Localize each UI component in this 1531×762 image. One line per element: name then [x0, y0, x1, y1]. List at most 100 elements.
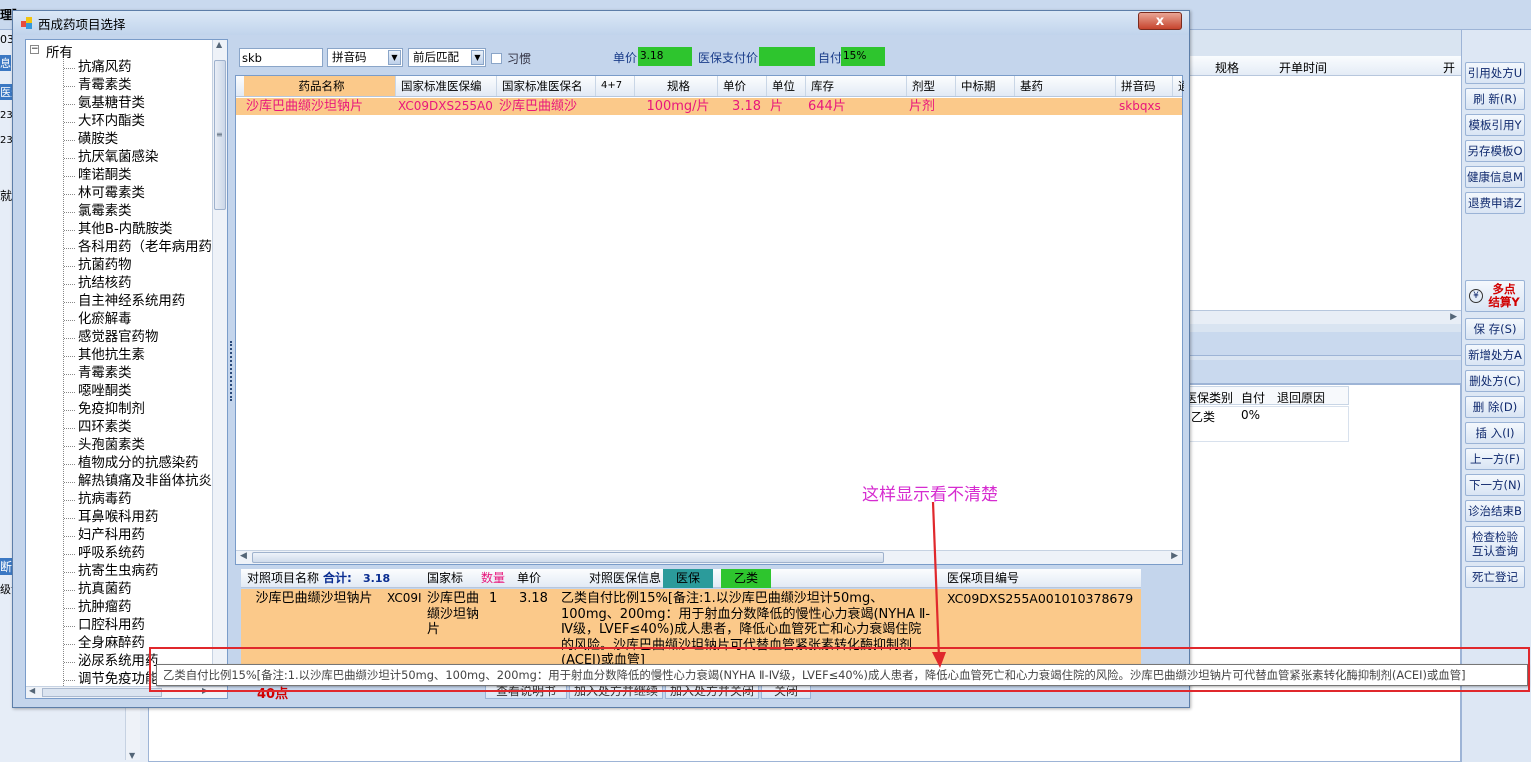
tree-scrollbar[interactable]: ▲ ≡: [212, 40, 227, 688]
next-prescription-button[interactable]: 下一方(N): [1465, 474, 1525, 496]
drug-grid-hscroll-thumb[interactable]: [252, 552, 884, 563]
category-tree: − 所有 抗痛风药 青霉素类 氨基糖苷类 大环内酯类 磺胺类 抗厌氧菌感染 喹诺酮类 林可霉素…: [25, 39, 228, 699]
tree-item[interactable]: 自主神经系统用药: [63, 293, 185, 311]
tree-root[interactable]: 所有: [46, 41, 73, 61]
cell-national-code: XC09DXS255A0: [398, 99, 493, 113]
drug-grid-hscroll[interactable]: ◀ ▶: [236, 550, 1182, 564]
tree-item[interactable]: 林可霉素类: [64, 185, 145, 203]
tree-item[interactable]: 其他抗生素: [64, 347, 145, 365]
bg-mid-strip: [1185, 332, 1461, 356]
col-stock[interactable]: 库存: [807, 76, 907, 96]
add-prescription-button[interactable]: 新增处方A: [1465, 344, 1525, 366]
col-national-code[interactable]: 国家标准医保编: [397, 76, 497, 96]
tree-item[interactable]: 噁唑酮类: [64, 383, 132, 401]
tree-item[interactable]: 四环素类: [64, 419, 132, 437]
tree-item[interactable]: 其他B-内酰胺类: [63, 221, 172, 239]
col-pinyin[interactable]: 拼音码: [1117, 76, 1173, 96]
save-button[interactable]: 保 存(S): [1465, 318, 1525, 340]
exam-mutual-recognition-button[interactable]: 检查检验互认查询: [1465, 526, 1525, 562]
bg-header-time: 开单时间: [1279, 61, 1328, 75]
col-extra[interactable]: 通: [1174, 76, 1184, 96]
tree-hscroll-thumb[interactable]: [42, 688, 162, 697]
tree-item[interactable]: 口腔科用药: [64, 617, 145, 635]
insert-button[interactable]: 插 入(I): [1465, 422, 1525, 444]
prev-prescription-button[interactable]: 上一方(F): [1465, 448, 1525, 470]
refresh-button[interactable]: 刷 新(R): [1465, 88, 1525, 110]
tree-item[interactable]: 抗痛风药: [64, 59, 132, 77]
match-mode-select[interactable]: 前后匹配 ▼: [408, 48, 486, 67]
chevron-down-icon[interactable]: ▼: [388, 50, 401, 65]
tree-item[interactable]: 氯霉素类: [64, 203, 132, 221]
col-essential[interactable]: 基药: [1016, 76, 1116, 96]
sub-cell-type: 乙类: [1191, 410, 1216, 424]
tree-item[interactable]: 抗寄生虫病药: [63, 563, 158, 581]
multipoint-settle-button[interactable]: ¥ 多点结算Y: [1465, 280, 1525, 312]
sel-cell-insurance-code: XC09DXS255A001010378679: [947, 591, 1134, 606]
col-price[interactable]: 单价: [719, 76, 767, 96]
tree-item[interactable]: 解热镇痛及非甾体抗炎: [64, 473, 212, 491]
hdr-national: 国家标: [427, 571, 464, 585]
health-info-button[interactable]: 健康信息M: [1465, 166, 1525, 188]
tree-item[interactable]: 青霉素类: [64, 77, 132, 95]
tree-collapse-icon[interactable]: −: [30, 45, 39, 54]
tree-item[interactable]: 抗结核药: [64, 275, 132, 293]
col-drug-name[interactable]: 药品名称: [244, 76, 396, 96]
insurance-price-value[interactable]: [759, 47, 815, 66]
tree-item[interactable]: 妇产科用药: [64, 527, 145, 545]
dialog-titlebar[interactable]: 西成药项目选择 x: [13, 11, 1189, 35]
col-spec[interactable]: 规格: [636, 76, 718, 96]
tree-item[interactable]: 喹诺酮类: [64, 167, 132, 185]
settle-icon: ¥: [1469, 289, 1483, 303]
delete-button[interactable]: 删 除(D): [1465, 396, 1525, 418]
tree-item[interactable]: 抗菌药物: [64, 257, 132, 275]
price-value[interactable]: 3.18: [638, 47, 692, 66]
col-national-name[interactable]: 国家标准医保名: [498, 76, 596, 96]
bg-scrollbar-h[interactable]: ▶: [1185, 310, 1461, 324]
splitter-handle[interactable]: [230, 341, 234, 401]
tree-item[interactable]: 化瘀解毒: [64, 311, 132, 329]
col-form[interactable]: 剂型: [908, 76, 956, 96]
tree-item[interactable]: 呼吸系统药: [64, 545, 145, 563]
death-register-button[interactable]: 死亡登记: [1465, 566, 1525, 588]
hdr-price: 单价: [517, 571, 542, 585]
tree-item[interactable]: 感觉器官药物: [63, 329, 158, 347]
selfpay-value[interactable]: 15%: [841, 47, 885, 66]
tree-item[interactable]: 抗真菌药: [64, 581, 132, 599]
quote-prescription-button[interactable]: 引用处方U: [1465, 62, 1525, 84]
match-mode-value: 前后匹配: [413, 50, 459, 64]
tree-item[interactable]: 氨基糖苷类: [64, 95, 145, 113]
tree-item[interactable]: 大环内酯类: [64, 113, 145, 131]
search-type-select[interactable]: 拼音码 ▼: [327, 48, 403, 67]
drug-grid: 药品名称 国家标准医保编 国家标准医保名 4+7 规格 单价 单位 库存 剂型 …: [235, 75, 1184, 565]
delete-prescription-button[interactable]: 删处方(C): [1465, 370, 1525, 392]
close-button[interactable]: x: [1138, 12, 1182, 30]
tree-item[interactable]: 各科用药（老年病用药: [64, 239, 212, 257]
scroll-up-icon[interactable]: ▲: [216, 40, 222, 49]
finish-visit-button[interactable]: 诊治结束B: [1465, 500, 1525, 522]
chevron-down-icon[interactable]: ▼: [471, 50, 484, 65]
scroll-right-icon[interactable]: ▶: [1171, 551, 1178, 561]
tree-item[interactable]: 磺胺类: [63, 131, 118, 149]
save-template-button[interactable]: 另存模板O: [1465, 140, 1525, 162]
tree-item[interactable]: 青霉素类: [64, 365, 132, 383]
tree-item[interactable]: 抗病毒药: [64, 491, 132, 509]
refund-request-button[interactable]: 退费申请Z: [1465, 192, 1525, 214]
tree-item[interactable]: 免疫抑制剂: [64, 401, 145, 419]
scroll-left-icon[interactable]: ◀: [29, 686, 35, 695]
tree-item[interactable]: 抗肿瘤药: [64, 599, 132, 617]
template-quote-button[interactable]: 模板引用Y: [1465, 114, 1525, 136]
col-unit[interactable]: 单位: [768, 76, 806, 96]
habit-checkbox[interactable]: [491, 53, 502, 64]
bg-mid-strip-2: [1185, 360, 1461, 384]
search-input[interactable]: [239, 48, 323, 67]
tree-item[interactable]: 泌尿系统用药: [63, 653, 158, 671]
tree-item[interactable]: 头孢菌素类: [64, 437, 145, 455]
tree-item[interactable]: 耳鼻喉科用药: [63, 509, 158, 527]
tree-item[interactable]: 抗厌氧菌感染: [63, 149, 158, 167]
tree-item[interactable]: 植物成分的抗感染药: [64, 455, 199, 473]
col-bid-period[interactable]: 中标期: [957, 76, 1015, 96]
tree-item[interactable]: 全身麻醉药: [64, 635, 145, 653]
col-4plus7[interactable]: 4+7: [597, 76, 635, 96]
table-row[interactable]: 沙库巴曲缬沙坦钠片 XC09DXS255A0 沙库巴曲缬沙 100mg/片 3.…: [236, 98, 1182, 115]
scroll-left-icon[interactable]: ◀: [240, 551, 247, 561]
